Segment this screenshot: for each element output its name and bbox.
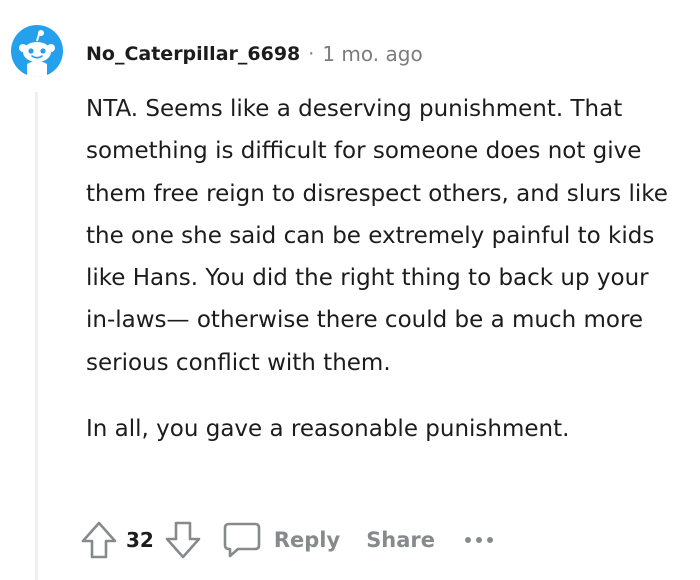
username-link[interactable]: No_Caterpillar_6698: [86, 43, 300, 65]
comment-bubble-icon: [223, 522, 261, 558]
more-options-button[interactable]: [463, 535, 495, 545]
timestamp-link[interactable]: 1 mo. ago: [322, 42, 422, 66]
ellipsis-icon: [465, 537, 494, 543]
avatar[interactable]: [10, 24, 64, 78]
comment-body: NTA. Seems like a deserving punishment. …: [86, 88, 676, 450]
upvote-button[interactable]: [80, 520, 118, 560]
downvote-arrow-icon: [165, 521, 201, 559]
comment-header: No_Caterpillar_6698 · 1 mo. ago: [86, 38, 423, 70]
meta-separator: ·: [308, 43, 315, 65]
thread-line[interactable]: [35, 92, 38, 580]
share-label: Share: [366, 528, 436, 552]
comment-paragraph: NTA. Seems like a deserving punishment. …: [86, 96, 668, 376]
snoo-avatar-icon: [11, 25, 63, 77]
reply-label: Reply: [273, 528, 341, 552]
share-button[interactable]: Share: [366, 528, 435, 552]
upvote-arrow-icon: [81, 521, 117, 559]
comment-actions: 32 Reply Share: [80, 518, 495, 562]
vote-count: 32: [126, 528, 154, 552]
comment-paragraph: In all, you gave a reasonable punishment…: [86, 416, 570, 443]
reply-button[interactable]: Reply: [222, 521, 340, 559]
downvote-button[interactable]: [164, 520, 202, 560]
